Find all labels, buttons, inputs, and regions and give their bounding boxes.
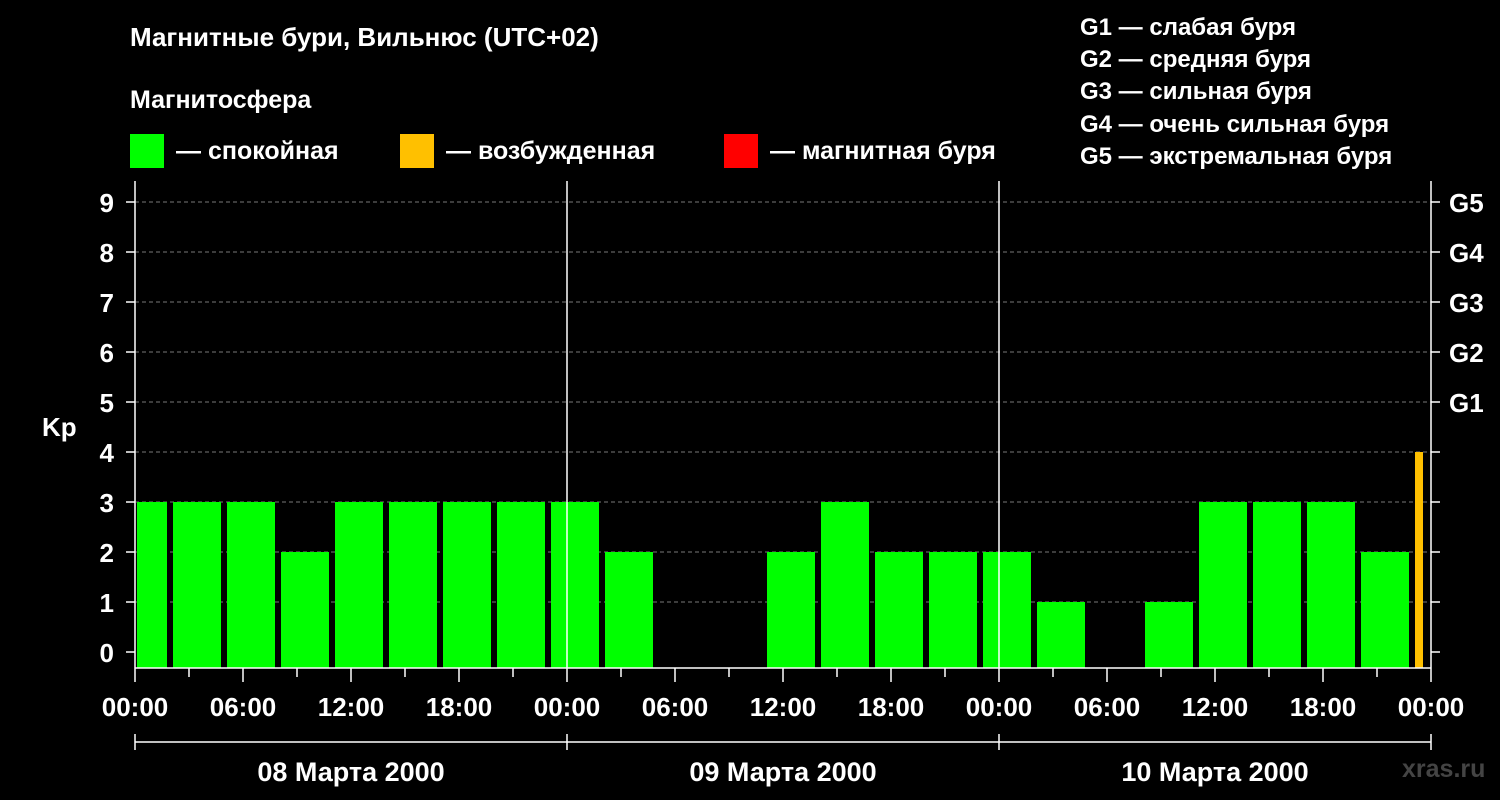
y-tick-label: 1: [100, 588, 114, 618]
y-tick-label: 0: [100, 638, 114, 668]
kp-bar: [929, 552, 977, 668]
kp-bar: [497, 502, 545, 668]
kp-bar: [1361, 552, 1409, 668]
kp-bar: [335, 502, 383, 668]
day-label: 10 Марта 2000: [1121, 757, 1308, 787]
y-tick-label: 7: [100, 288, 114, 318]
kp-bar: [767, 552, 815, 668]
x-tick-label: 06:00: [1074, 692, 1141, 722]
x-tick-label: 06:00: [642, 692, 709, 722]
kp-bar: [1037, 602, 1085, 668]
y-tick-label: 3: [100, 488, 114, 518]
kp-bar: [137, 502, 167, 668]
g-level-label: G3: [1449, 288, 1484, 318]
kp-bar: [551, 502, 599, 668]
kp-bar: [605, 552, 653, 668]
kp-bar: [1145, 602, 1193, 668]
y-tick-label: 4: [100, 438, 115, 468]
kp-bar: [389, 502, 437, 668]
x-tick-label: 18:00: [858, 692, 925, 722]
kp-bar: [281, 552, 329, 668]
kp-bar: [983, 552, 1031, 668]
day-label: 09 Марта 2000: [689, 757, 876, 787]
kp-bar: [1415, 452, 1423, 668]
kp-bar: [1253, 502, 1301, 668]
x-tick-label: 12:00: [1182, 692, 1249, 722]
x-tick-label: 00:00: [534, 692, 601, 722]
x-tick-label: 12:00: [750, 692, 817, 722]
kp-bar: [821, 502, 869, 668]
y-tick-label: 2: [100, 538, 114, 568]
g-level-label: G5: [1449, 188, 1484, 218]
x-tick-label: 18:00: [1290, 692, 1357, 722]
y-tick-label: 8: [100, 238, 114, 268]
y-tick-label: 9: [100, 188, 114, 218]
kp-bar: [443, 502, 491, 668]
x-tick-label: 00:00: [102, 692, 169, 722]
x-tick-label: 00:00: [966, 692, 1033, 722]
g-level-label: G4: [1449, 238, 1484, 268]
kp-bar: [1307, 502, 1355, 668]
g-level-label: G2: [1449, 338, 1484, 368]
kp-bar-chart: 0 1 2 3 4 5 6 7 8 9 G1 G2 G3 G4 G5 00:00 06:00 12:00 18:00…: [100, 181, 1484, 787]
kp-bar: [173, 502, 221, 668]
kp-bar: [227, 502, 275, 668]
x-tick-label: 12:00: [318, 692, 385, 722]
day-label: 08 Марта 2000: [257, 757, 444, 787]
y-tick-label: 5: [100, 388, 114, 418]
g-level-label: G1: [1449, 388, 1484, 418]
x-tick-label: 06:00: [210, 692, 277, 722]
kp-bar: [1199, 502, 1247, 668]
kp-bar: [875, 552, 923, 668]
x-tick-label: 00:00: [1398, 692, 1465, 722]
y-tick-label: 6: [100, 338, 114, 368]
x-tick-label: 18:00: [426, 692, 493, 722]
